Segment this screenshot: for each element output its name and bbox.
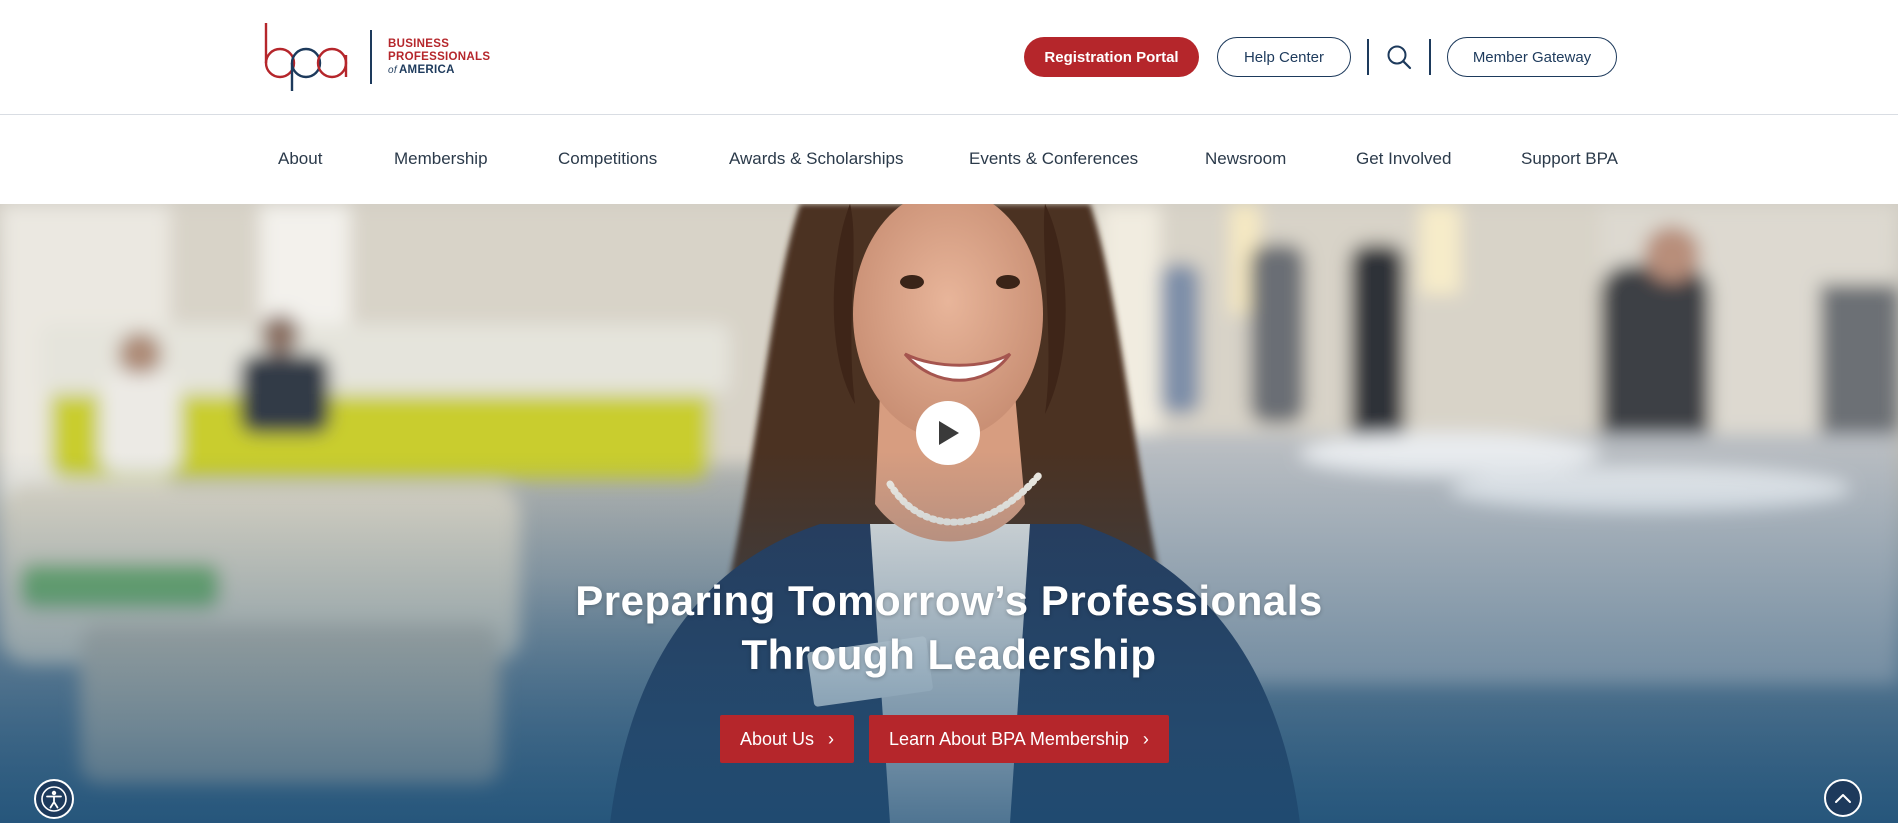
hero-cta-group: About Us › Learn About BPA Membership › xyxy=(720,715,1169,763)
accessibility-button[interactable] xyxy=(34,779,74,819)
nav-item-events-conferences[interactable]: Events & Conferences xyxy=(969,149,1138,169)
registration-portal-button[interactable]: Registration Portal xyxy=(1024,37,1199,77)
hero-title-emphasis: Leadership xyxy=(927,631,1157,678)
nav-item-newsroom[interactable]: Newsroom xyxy=(1205,149,1286,169)
main-nav: About Membership Competitions Awards & S… xyxy=(0,116,1898,204)
play-icon xyxy=(939,421,959,445)
search-icon xyxy=(1387,45,1412,70)
hero-title-line-1: Preparing Tomorrow’s Professionals xyxy=(575,577,1323,624)
logo-america: AMERICA xyxy=(398,63,455,76)
nav-item-about[interactable]: About xyxy=(278,149,322,169)
site-header: BUSINESS PROFESSIONALS of AMERICA Registr… xyxy=(0,0,1898,115)
scroll-to-top-button[interactable] xyxy=(1824,779,1862,817)
header-divider xyxy=(1429,39,1431,75)
nav-item-awards-scholarships[interactable]: Awards & Scholarships xyxy=(729,149,904,169)
nav-item-get-involved[interactable]: Get Involved xyxy=(1356,149,1451,169)
hero-video-banner: Preparing Tomorrow’s Professionals Throu… xyxy=(0,204,1898,823)
member-gateway-button[interactable]: Member Gateway xyxy=(1447,37,1617,77)
learn-membership-label: Learn About BPA Membership xyxy=(889,728,1129,749)
hero-title: Preparing Tomorrow’s Professionals Throu… xyxy=(449,574,1449,682)
bpa-logo-mark xyxy=(264,23,348,91)
logo-of: of xyxy=(388,64,397,76)
hero-title-prefix: Through xyxy=(741,631,928,678)
hero-title-line-2: Through Leadership xyxy=(449,628,1449,682)
logo-line-business: BUSINESS xyxy=(388,37,450,50)
logo-line-america: of AMERICA xyxy=(388,64,490,77)
search-button[interactable] xyxy=(1369,37,1429,77)
chevron-right-icon: › xyxy=(828,728,835,749)
about-us-label: About Us xyxy=(740,728,815,749)
header-actions: Registration Portal Help Center Member G… xyxy=(1024,37,1617,77)
nav-item-membership[interactable]: Membership xyxy=(394,149,488,169)
learn-membership-button[interactable]: Learn About BPA Membership › xyxy=(869,715,1169,763)
logo-line-professionals: PROFESSIONALS xyxy=(388,50,491,63)
about-us-button[interactable]: About Us › xyxy=(720,715,855,763)
logo-wordmark: BUSINESS PROFESSIONALS of AMERICA xyxy=(388,38,490,77)
chevron-up-icon xyxy=(1835,794,1851,803)
nav-item-support-bpa[interactable]: Support BPA xyxy=(1521,149,1618,169)
chevron-right-icon: › xyxy=(1142,728,1149,749)
help-center-button[interactable]: Help Center xyxy=(1217,37,1351,77)
nav-item-competitions[interactable]: Competitions xyxy=(558,149,657,169)
play-video-button[interactable] xyxy=(916,401,980,465)
accessibility-icon xyxy=(41,786,67,812)
bpa-logo[interactable]: BUSINESS PROFESSIONALS of AMERICA xyxy=(262,18,490,96)
logo-divider xyxy=(370,30,372,84)
